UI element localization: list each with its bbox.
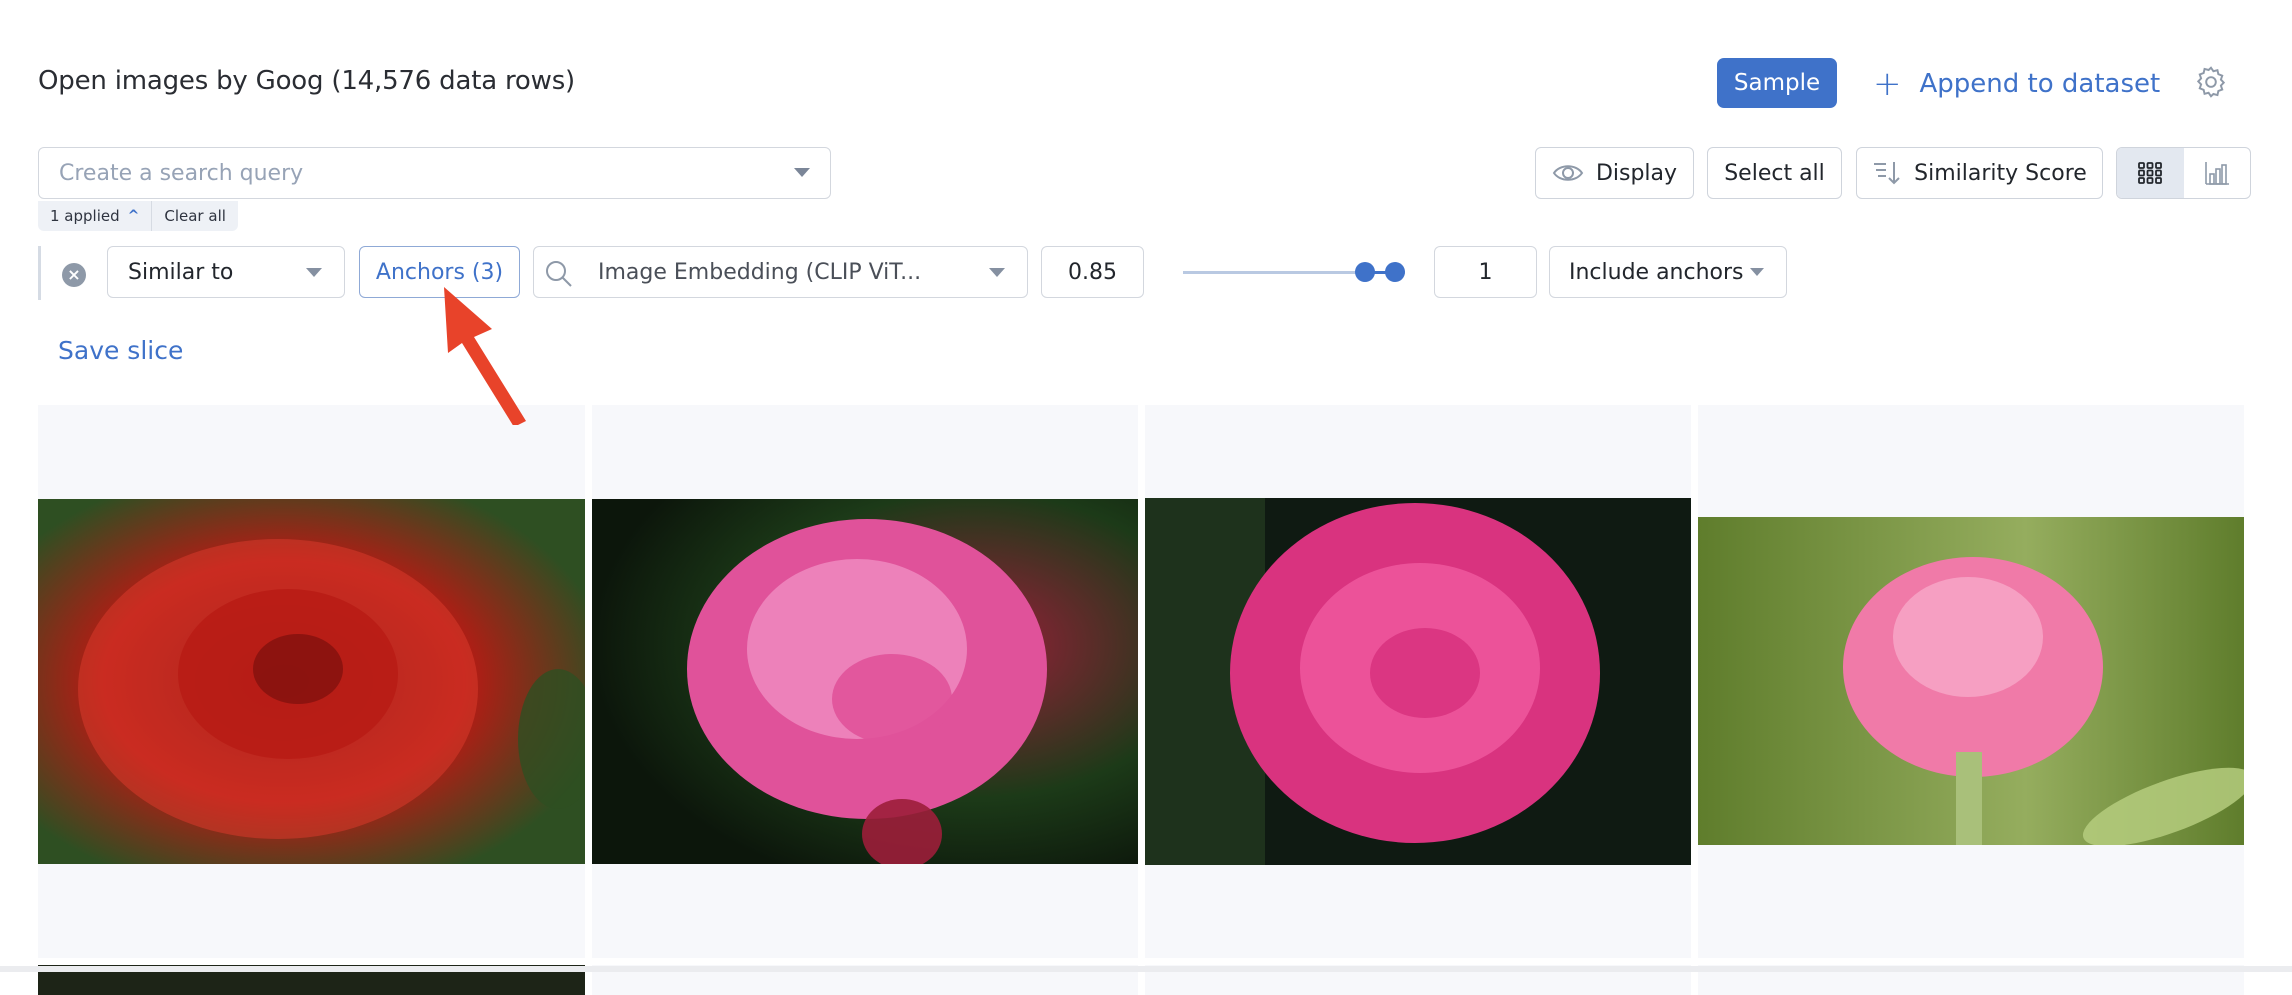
- slider-handle-max[interactable]: [1385, 262, 1405, 282]
- include-anchors-select[interactable]: Include anchors: [1549, 246, 1787, 298]
- grid-icon: [2138, 162, 2163, 184]
- gallery-image[interactable]: [592, 499, 1138, 864]
- top-k-input[interactable]: 1: [1434, 246, 1537, 298]
- sample-button[interactable]: Sample: [1717, 58, 1837, 108]
- filter-indent-bar: [38, 246, 41, 300]
- gallery-image[interactable]: [1145, 498, 1691, 865]
- operator-value: Similar to: [128, 259, 234, 285]
- horizontal-scrollbar[interactable]: [0, 966, 2292, 972]
- gallery-card[interactable]: [38, 405, 585, 958]
- grid-view-button[interactable]: [2117, 148, 2184, 198]
- chevron-down-icon: [306, 268, 322, 277]
- append-label: Append to dataset: [1919, 69, 2161, 99]
- chevron-down-icon: [989, 268, 1005, 277]
- page-title: Open images by Goog (14,576 data rows): [38, 66, 575, 96]
- sort-similarity-button[interactable]: Similarity Score: [1856, 147, 2103, 199]
- operator-select[interactable]: Similar to: [107, 246, 345, 298]
- save-slice-link[interactable]: Save slice: [58, 336, 183, 365]
- clear-all-button[interactable]: Clear all: [152, 201, 238, 231]
- applied-filters-bar: 1 applied ^ Clear all: [38, 201, 238, 231]
- sort-descending-icon: [1874, 162, 1900, 185]
- sort-label: Similarity Score: [1914, 160, 2087, 186]
- chevron-down-icon[interactable]: [794, 168, 810, 177]
- embedding-value: Image Embedding (CLIP ViT...: [598, 259, 922, 285]
- gallery-image[interactable]: [1698, 517, 2244, 845]
- gallery-card[interactable]: [592, 405, 1138, 958]
- plus-icon: +: [1873, 64, 1902, 104]
- anchors-button[interactable]: Anchors (3): [359, 246, 520, 298]
- gallery-card[interactable]: [1698, 405, 2244, 958]
- slider-handle-min[interactable]: [1354, 262, 1375, 282]
- append-to-dataset-button[interactable]: + Append to dataset: [1873, 62, 2160, 106]
- display-label: Display: [1595, 160, 1678, 186]
- select-all-button[interactable]: Select all: [1707, 147, 1842, 199]
- gear-icon[interactable]: [2193, 64, 2229, 100]
- search-placeholder: Create a search query: [59, 160, 304, 186]
- gallery-card[interactable]: [1145, 405, 1691, 958]
- search-icon: [546, 261, 572, 287]
- chart-view-button[interactable]: [2184, 148, 2251, 198]
- applied-toggle[interactable]: 1 applied ^: [38, 201, 153, 231]
- include-value: Include anchors: [1569, 259, 1744, 285]
- threshold-slider[interactable]: [1183, 262, 1405, 282]
- gallery-image[interactable]: [38, 499, 585, 864]
- display-button[interactable]: Display: [1535, 147, 1694, 199]
- bar-chart-icon: [2204, 162, 2229, 185]
- threshold-input[interactable]: 0.85: [1041, 246, 1144, 298]
- chevron-down-icon: [1750, 268, 1764, 276]
- annotation-arrow-icon: [444, 287, 526, 425]
- view-mode-toggle: [2116, 147, 2251, 199]
- search-query-input[interactable]: Create a search query: [38, 147, 831, 199]
- eye-icon: [1552, 165, 1584, 181]
- applied-count: 1 applied: [50, 207, 120, 225]
- remove-filter-icon[interactable]: ×: [62, 263, 86, 287]
- embedding-select[interactable]: Image Embedding (CLIP ViT...: [533, 246, 1028, 298]
- chevron-up-icon: ^: [127, 208, 140, 224]
